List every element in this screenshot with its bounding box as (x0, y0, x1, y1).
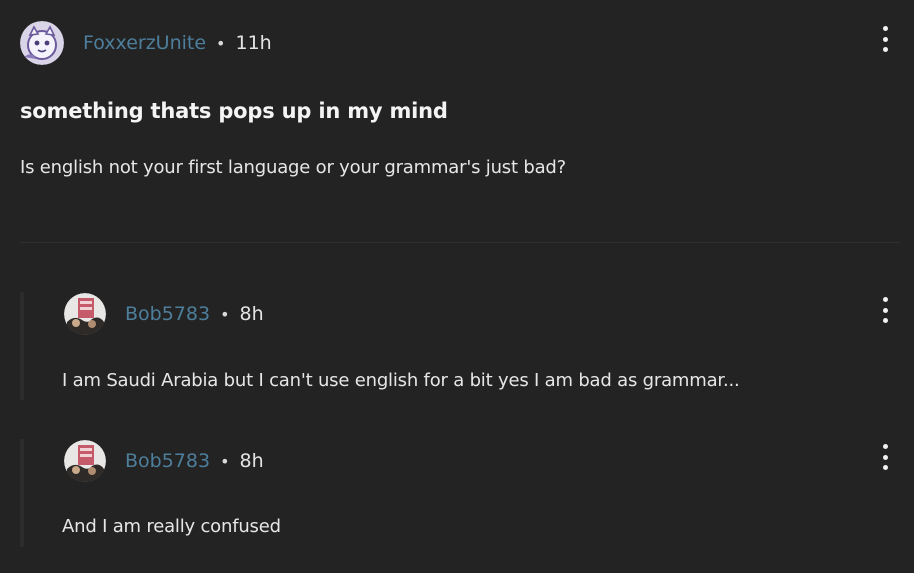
author-avatar[interactable] (20, 21, 64, 65)
more-vertical-icon[interactable] (875, 295, 895, 325)
post-header: FoxxerzUnite • 11h (20, 21, 272, 65)
reply-header: Bob5783 • 8h (64, 440, 264, 482)
reply-timestamp: 8h (239, 450, 264, 472)
reply-body: And I am really confused (62, 516, 281, 537)
reply-author-avatar[interactable] (64, 293, 106, 335)
post-body: Is english not your first language or yo… (20, 157, 566, 178)
meta-separator: • (216, 33, 226, 53)
reply-timestamp: 8h (239, 303, 264, 325)
reply-header: Bob5783 • 8h (64, 293, 264, 335)
reply-item: Bob5783 • 8h And I am really confused (20, 439, 900, 551)
reply-body: I am Saudi Arabia but I can't use englis… (62, 370, 740, 391)
thread-line (20, 439, 24, 547)
reply-author-username[interactable]: Bob5783 (125, 450, 210, 472)
reply-author-avatar[interactable] (64, 440, 106, 482)
comment-thread: FoxxerzUnite • 11h something thats pops … (0, 0, 914, 573)
meta-separator: • (220, 451, 230, 471)
thread-line (20, 292, 24, 400)
divider (20, 242, 900, 243)
meta-separator: • (220, 304, 230, 324)
post-timestamp: 11h (235, 32, 272, 54)
more-vertical-icon[interactable] (875, 442, 895, 472)
more-vertical-icon[interactable] (875, 24, 895, 54)
author-username[interactable]: FoxxerzUnite (83, 32, 206, 54)
reply-author-username[interactable]: Bob5783 (125, 303, 210, 325)
reply-item: Bob5783 • 8h I am Saudi Arabia but I can… (20, 292, 900, 404)
post-title: something thats pops up in my mind (20, 99, 448, 123)
